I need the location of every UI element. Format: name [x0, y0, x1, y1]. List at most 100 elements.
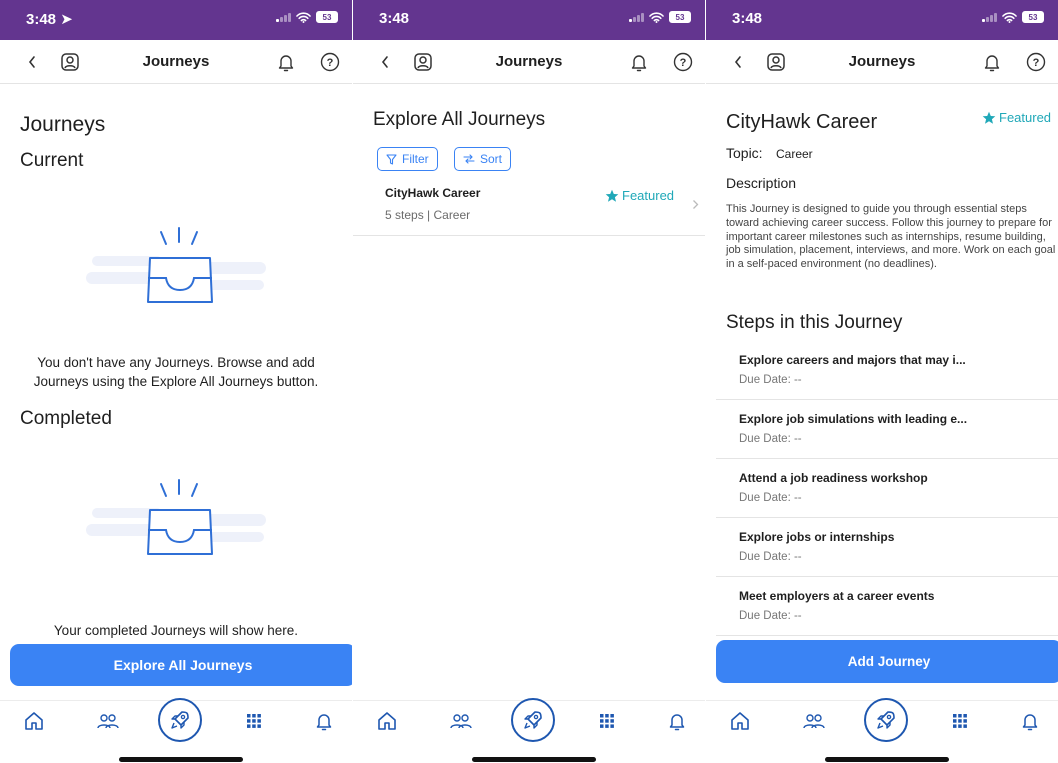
bell-icon[interactable] [1018, 709, 1042, 733]
home-indicator [119, 757, 243, 762]
home-icon[interactable] [22, 709, 46, 733]
step-title: Attend a job readiness workshop [739, 471, 928, 485]
sort-icon [463, 154, 475, 164]
explore-all-journeys-button[interactable]: Explore All Journeys [10, 644, 352, 686]
status-bar: 3:48 ➤ 53 [0, 0, 352, 40]
status-time: 3:48 [379, 10, 410, 27]
tab-bar [706, 698, 1058, 763]
journey-detail-screen: 3:48 53 Journeys ? CityHawk Career Featu… [706, 0, 1058, 763]
nav-title: Journeys [848, 53, 916, 70]
page-title: Journeys [20, 113, 106, 136]
nav-title: Journeys [142, 53, 210, 70]
status-icons: 53 [982, 11, 1044, 23]
bell-icon[interactable] [312, 709, 336, 733]
signal-icon [629, 12, 644, 22]
step-item[interactable]: Meet employers at a career events Due Da… [716, 577, 1058, 636]
completed-heading: Completed [20, 408, 112, 429]
sort-button[interactable]: Sort [454, 147, 512, 171]
battery-icon: 53 [316, 11, 338, 23]
journeys-screen: 3:48 ➤ 53 Journeys ? Journeys Current Yo… [0, 0, 352, 763]
nav-bar: Journeys ? [353, 40, 705, 84]
bell-icon[interactable] [665, 709, 689, 733]
featured-badge: Featured [605, 188, 674, 203]
home-indicator [825, 757, 949, 762]
people-icon[interactable] [802, 709, 826, 733]
people-icon[interactable] [96, 709, 120, 733]
grid-icon[interactable] [948, 709, 972, 733]
battery-icon: 53 [669, 11, 691, 23]
screenshot-stage: 3:48 ➤ 53 Journeys ? Journeys Current Yo… [0, 0, 1058, 763]
filter-button[interactable]: Filter [377, 147, 438, 171]
bell-icon[interactable] [627, 50, 651, 74]
step-due-date: Due Date: -- [739, 374, 802, 386]
page-title: Explore All Journeys [373, 109, 546, 130]
step-item[interactable]: Explore careers and majors that may i...… [716, 341, 1058, 400]
filter-icon [386, 153, 397, 165]
current-heading: Current [20, 150, 84, 171]
step-title: Explore careers and majors that may i... [739, 353, 966, 367]
journey-subtitle: 5 steps | Career [385, 208, 471, 222]
current-empty-message: You don't have any Journeys. Browse and … [33, 355, 319, 389]
chevron-right-icon [693, 200, 699, 209]
star-icon [982, 111, 996, 124]
journey-title: CityHawk Career [726, 111, 878, 133]
status-icons: 53 [629, 11, 691, 23]
rocket-icon[interactable] [864, 698, 908, 742]
signal-icon [982, 12, 997, 22]
step-item[interactable]: Explore job simulations with leading e..… [716, 400, 1058, 459]
step-due-date: Due Date: -- [739, 551, 802, 563]
status-bar: 3:48 53 [353, 0, 705, 40]
nav-bar: Journeys ? [706, 40, 1058, 84]
home-indicator [472, 757, 596, 762]
journey-title: CityHawk Career [385, 186, 481, 200]
step-title: Meet employers at a career events [739, 589, 935, 603]
featured-badge: Featured [982, 110, 1051, 125]
step-title: Explore job simulations with leading e..… [739, 412, 968, 426]
steps-heading: Steps in this Journey [726, 312, 903, 333]
topic-label: Topic: [726, 145, 763, 161]
description-text: This Journey is designed to guide you th… [726, 203, 1056, 271]
nav-title: Journeys [495, 53, 563, 70]
svg-text:?: ? [1033, 57, 1040, 69]
description-heading: Description [726, 175, 797, 191]
divider [353, 235, 705, 236]
step-item[interactable]: Explore jobs or internships Due Date: -- [716, 518, 1058, 577]
battery-icon: 53 [1022, 11, 1044, 23]
signal-icon [276, 12, 291, 22]
tab-bar [0, 698, 352, 763]
empty-inbox-illustration [86, 479, 266, 555]
svg-text:?: ? [327, 57, 334, 69]
star-icon [605, 189, 619, 202]
step-item[interactable]: Attend a job readiness workshop Due Date… [716, 459, 1058, 518]
topic-value: Career [776, 147, 813, 161]
status-time: 3:48 ➤ [26, 11, 73, 28]
wifi-icon [1002, 11, 1017, 23]
grid-icon[interactable] [242, 709, 266, 733]
explore-journeys-screen: 3:48 53 Journeys ? Explore All Journeys … [353, 0, 705, 763]
completed-empty-message: Your completed Journeys will show here. [53, 623, 299, 638]
status-bar: 3:48 53 [706, 0, 1058, 40]
bell-icon[interactable] [980, 50, 1004, 74]
empty-inbox-illustration [86, 227, 266, 303]
help-icon[interactable]: ? [1024, 50, 1048, 74]
grid-icon[interactable] [595, 709, 619, 733]
home-icon[interactable] [728, 709, 752, 733]
rocket-icon[interactable] [158, 698, 202, 742]
svg-text:?: ? [680, 57, 687, 69]
rocket-icon[interactable] [511, 698, 555, 742]
sort-label: Sort [480, 152, 503, 166]
people-icon[interactable] [449, 709, 473, 733]
help-icon[interactable]: ? [671, 50, 695, 74]
nav-bar: Journeys ? [0, 40, 352, 84]
step-due-date: Due Date: -- [739, 492, 802, 504]
tab-bar [353, 698, 705, 763]
add-journey-button[interactable]: Add Journey [716, 640, 1058, 683]
featured-label: Featured [999, 110, 1052, 125]
featured-label: Featured [622, 188, 675, 203]
step-title: Explore jobs or internships [739, 530, 895, 544]
bell-icon[interactable] [274, 50, 298, 74]
home-icon[interactable] [375, 709, 399, 733]
step-due-date: Due Date: -- [739, 433, 802, 445]
wifi-icon [649, 11, 664, 23]
help-icon[interactable]: ? [318, 50, 342, 74]
